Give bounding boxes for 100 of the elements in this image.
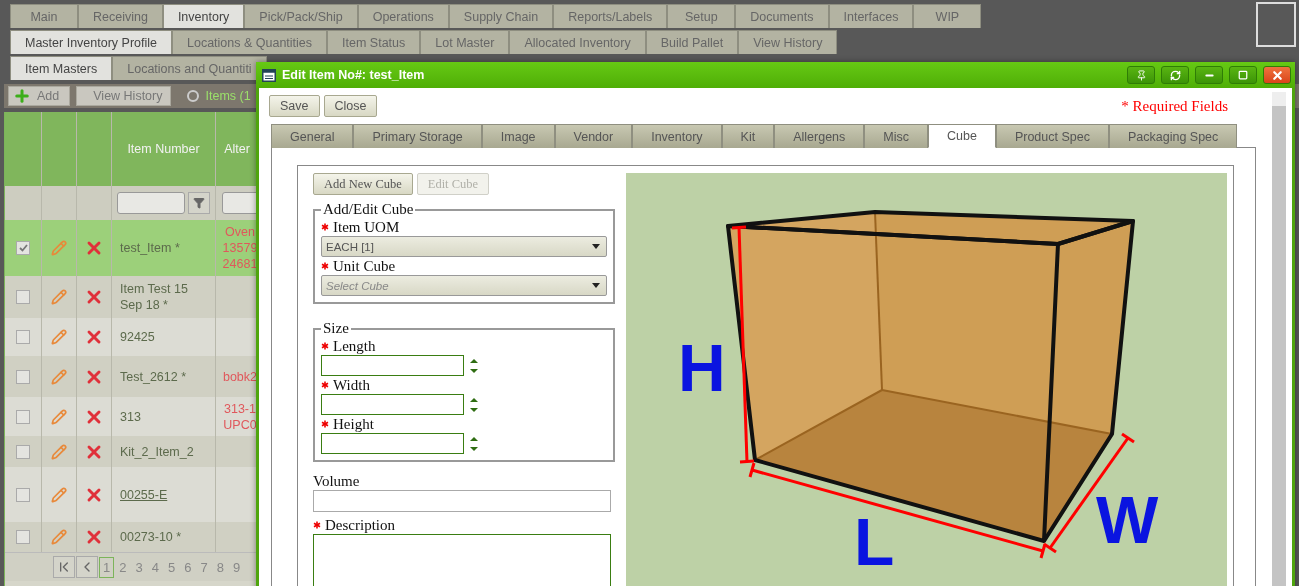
page-number[interactable]: 9	[228, 556, 245, 578]
sub-tab[interactable]: Lot Master	[420, 30, 510, 54]
save-button[interactable]: Save	[269, 95, 320, 117]
radio-icon[interactable]	[187, 90, 200, 102]
number-field[interactable]	[321, 355, 464, 376]
pencil-icon[interactable]	[51, 486, 67, 503]
required-fields-note: * Required Fields	[1121, 97, 1228, 115]
main-tab[interactable]: Supply Chain	[448, 4, 554, 28]
main-tab[interactable]: Receiving	[78, 4, 163, 28]
checkbox[interactable]	[16, 444, 30, 459]
checkbox[interactable]	[16, 241, 30, 255]
filter-field[interactable]	[117, 192, 185, 214]
dialog-tab[interactable]: Primary Storage	[353, 124, 482, 148]
sub-tab[interactable]: Item Status	[327, 30, 421, 54]
page-number[interactable]: 1	[99, 556, 115, 578]
dialog-tab[interactable]: Product Spec	[995, 124, 1109, 148]
close-dialog-button[interactable]: Close	[323, 95, 378, 117]
sub-tab[interactable]: Master Inventory Profile	[10, 30, 172, 54]
checkbox[interactable]	[16, 369, 30, 384]
add-button[interactable]: Add	[8, 86, 71, 106]
dialog-tab[interactable]: Misc	[864, 124, 928, 148]
dialog-tab[interactable]: Cube	[928, 124, 996, 148]
pencil-icon[interactable]	[51, 368, 67, 385]
grid-row[interactable]: 313 313-1 UPC0	[5, 397, 259, 436]
alternate-code: 24681	[221, 256, 258, 272]
main-tab[interactable]: Reports/Labels	[553, 4, 668, 28]
alternate-code: UPC0	[222, 416, 257, 433]
number-field[interactable]	[321, 433, 464, 454]
sub-tab[interactable]: View History	[738, 30, 838, 54]
item-link[interactable]: 00255-E	[116, 486, 172, 503]
item-number: 92425	[119, 329, 156, 345]
page-number[interactable]: 5	[163, 556, 180, 578]
dialog-tab[interactable]: Inventory	[632, 124, 722, 148]
page-number[interactable]: 4	[147, 556, 163, 578]
sub-tab[interactable]: Build Pallet	[645, 30, 739, 54]
scrollbar[interactable]	[1272, 92, 1286, 586]
page-number[interactable]: 6	[180, 556, 196, 578]
dialog-tab[interactable]: General	[271, 124, 354, 148]
pencil-icon[interactable]	[51, 443, 67, 460]
grid-row[interactable]: Test_2612 * bobk2	[5, 356, 259, 397]
main-tab[interactable]: Operations	[357, 4, 449, 28]
input-field[interactable]	[313, 490, 611, 512]
page-number[interactable]: 2	[115, 556, 131, 578]
dialog-tab[interactable]: Kit	[721, 124, 775, 148]
maximize-button[interactable]	[1229, 66, 1257, 84]
spinner-control[interactable]	[468, 396, 480, 413]
main-tab[interactable]: Inventory	[162, 4, 245, 28]
main-tab[interactable]: Interfaces	[828, 4, 914, 28]
pencil-icon[interactable]	[51, 529, 67, 545]
add-cube-button[interactable]: Add New Cube	[313, 173, 413, 195]
grid-row[interactable]: test_Item * Oven 13579 24681	[5, 220, 259, 276]
grid-row[interactable]: 92425	[5, 318, 259, 356]
field-label: Height	[333, 415, 374, 433]
grid-row[interactable]: 00273-10 *	[5, 522, 259, 552]
first-page-button[interactable]	[53, 556, 75, 578]
refresh-button[interactable]	[1161, 66, 1189, 84]
close-icon	[1270, 68, 1284, 82]
sub-tab[interactable]: Locations & Quantities	[172, 30, 328, 54]
dialog-tab[interactable]: Image	[481, 124, 555, 148]
sub-tab[interactable]: Allocated Inventory	[509, 30, 646, 54]
page-number[interactable]: 7	[196, 556, 212, 578]
page-tab[interactable]: Locations and Quantiti	[112, 56, 267, 80]
select-field[interactable]: EACH [1]	[321, 236, 607, 257]
grid-row[interactable]: 00255-E	[5, 467, 259, 522]
field-label: Item UOM	[333, 218, 400, 236]
minimize-button[interactable]	[1195, 66, 1223, 84]
grid-row[interactable]: Kit_2_Item_2	[5, 436, 259, 467]
main-tab[interactable]: Setup	[667, 4, 736, 28]
close-button[interactable]	[1263, 66, 1291, 84]
broken-image-icon	[1256, 2, 1296, 47]
previous-page-button[interactable]	[76, 556, 98, 578]
checkbox[interactable]	[16, 487, 30, 502]
checkbox[interactable]	[16, 290, 30, 304]
history-button[interactable]: View History	[76, 86, 172, 106]
page-number[interactable]: 3	[131, 556, 147, 578]
checkbox[interactable]	[16, 330, 30, 344]
pin-button[interactable]	[1127, 66, 1155, 84]
pencil-icon[interactable]	[51, 289, 67, 305]
window-icon	[262, 68, 276, 82]
main-tab[interactable]: Main	[10, 4, 78, 28]
check-icon	[18, 244, 28, 252]
checkbox[interactable]	[16, 530, 30, 544]
page-tab[interactable]: Item Masters	[10, 56, 113, 80]
checkbox[interactable]	[16, 409, 30, 424]
dialog-tab[interactable]: Allergens	[774, 124, 865, 148]
page-number[interactable]: 8	[212, 556, 228, 578]
spinner-control[interactable]	[468, 435, 480, 452]
main-tab[interactable]: Pick/Pack/Ship	[244, 4, 358, 28]
dialog-tab[interactable]: Vendor	[554, 124, 633, 148]
main-tab[interactable]: Documents	[735, 4, 829, 28]
number-field[interactable]	[321, 394, 464, 415]
spinner-control[interactable]	[468, 357, 480, 374]
dialog-tab[interactable]: Packaging Spec	[1108, 124, 1238, 148]
grid-row[interactable]: Item Test 15 Sep 18 *	[5, 276, 259, 318]
pencil-icon[interactable]	[51, 329, 67, 345]
description-field[interactable]	[313, 534, 611, 586]
pencil-icon[interactable]	[51, 408, 67, 425]
select-field[interactable]: Select Cube	[321, 275, 607, 296]
main-tab[interactable]: WIP	[913, 4, 982, 28]
filter-button[interactable]	[188, 192, 210, 214]
